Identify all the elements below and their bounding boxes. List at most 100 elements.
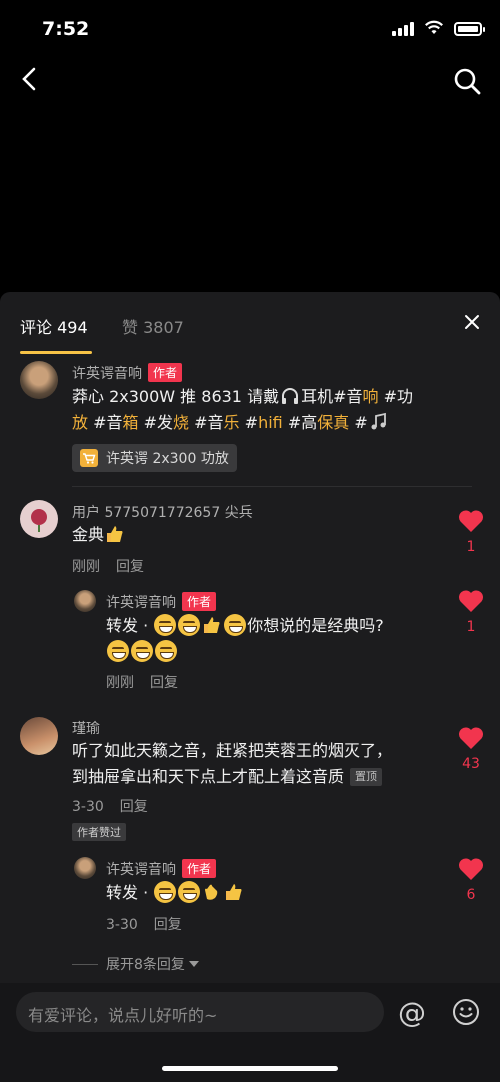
username-text: 许英谔音响 [106,595,176,611]
comment-text: 莽心 2x300W 推 8631 请戴 耳机#音响 #功 放 #音箱 #发烧 #音… [72,384,442,436]
headphones-icon [282,388,299,404]
like-button[interactable]: 6 [456,857,486,903]
reply-button[interactable]: 回复 [154,917,182,933]
text-highlight: 乐 [223,413,240,432]
text-part: #功 [378,387,414,406]
comment-text: 金典 [72,522,126,548]
wifi-icon [425,20,443,34]
author-badge: 作者 [182,859,217,878]
laugh-emoji-icon [178,614,201,636]
comment-username[interactable]: 许英谔音响 作者 [72,363,183,383]
text-part: # [349,413,368,432]
comment-input[interactable]: 有爱评论，说点儿好听的~ [16,992,384,1032]
tab-likes[interactable]: 赞 3807 [122,314,184,338]
username-text: 许英谔音响 [106,862,176,878]
text-part: #发 [138,413,174,432]
avatar[interactable] [20,717,58,755]
text-line: 到抽屉拿出和天下点上才配上着这音质 [72,767,345,786]
comment-time: 3-30 [106,917,138,933]
heart-icon [458,727,484,749]
grin-emoji-icon [131,640,153,662]
text-part: 莽心 2x300W 推 8631 请戴 [72,387,280,406]
signal-icon [392,22,414,36]
text-highlight: 放 [72,413,89,432]
avatar[interactable] [20,361,58,399]
product-label: 许英谔 2x300 功放 [106,451,229,467]
author-liked-tag: 作者赞过 [72,823,126,841]
avatar[interactable] [20,500,58,538]
text-highlight: 响 [362,387,379,406]
avatar[interactable] [74,590,96,612]
author-badge: 作者 [148,363,183,382]
like-button[interactable]: 1 [456,509,486,555]
comment-text: 听了如此天籁之音，赶紧把芙蓉王的烟灭了， 到抽屉拿出和天下点上才配上着这音质 置顶 [72,738,442,790]
like-count: 1 [466,619,476,635]
comment-meta: 3-30 回复 [72,796,148,816]
status-time: 7:52 [42,18,90,40]
reply-username[interactable]: 许英谔音响 作者 [106,592,217,612]
reply-button[interactable]: 回复 [120,799,148,815]
battery-icon [454,22,485,36]
like-button[interactable]: 1 [456,589,486,635]
text-highlight: 箱 [122,413,139,432]
reply-username[interactable]: 许英谔音响 作者 [106,859,217,879]
laugh-emoji-icon [107,640,129,662]
smile-icon[interactable] [452,998,480,1026]
search-icon[interactable] [452,66,482,96]
text-part: 金典 [72,525,105,544]
comment-time: 刚刚 [72,559,100,575]
like-button[interactable]: 43 [456,726,486,772]
text-highlight: 烧 [173,413,190,432]
text-highlight: hifi [258,413,283,432]
author-badge: 作者 [182,592,217,611]
thumbs-up-icon [226,884,242,900]
text-line: 听了如此天籁之音，赶紧把芙蓉王的烟灭了， [72,741,393,760]
pinned-badge: 置顶 [350,768,383,786]
text-part: #音 [88,413,123,432]
text-part: #音 [189,413,224,432]
tab-bar: 评论 494 赞 3807 [0,292,500,356]
text-part: 耳机#音 [301,387,363,406]
comment-time: 刚刚 [106,675,134,691]
expand-label: 展开8条回复 [106,957,185,973]
close-icon[interactable] [464,314,480,330]
expand-replies-button[interactable]: 展开8条回复 [72,954,200,974]
username-text: 许英谔音响 [72,366,142,382]
reply-button[interactable]: 回复 [116,559,144,575]
status-bar: 7:52 [0,0,500,60]
text-part: 你想说的是经典吗? [247,616,384,635]
text-part: 转发 · [106,616,154,635]
at-icon[interactable]: @ [398,996,426,1029]
like-count: 6 [466,887,476,903]
text-part: #高 [282,413,318,432]
heart-icon [458,510,484,532]
reply-text: 转发 · 你想说的是经典吗? [106,613,436,665]
like-count: 43 [462,756,480,772]
tab-comments[interactable]: 评论 494 [20,314,88,338]
like-count: 1 [466,539,476,555]
divider [72,486,472,487]
thumbs-up-icon [107,526,123,542]
avatar[interactable] [74,857,96,879]
surprised-emoji-icon [224,614,247,636]
divider-line [72,963,98,965]
cart-icon [80,449,98,467]
comment-time: 3-30 [72,799,104,815]
tab-underline [20,351,92,354]
clap-icon [205,884,218,900]
home-indicator [162,1066,338,1071]
comment-meta: 刚刚 回复 [72,556,144,576]
reply-meta: 刚刚 回复 [106,672,178,692]
grin-emoji-icon [155,640,177,662]
reply-button[interactable]: 回复 [150,675,178,691]
rose-avatar-icon [31,509,47,532]
laugh-emoji-icon [178,881,201,903]
reply-meta: 3-30 回复 [106,914,182,934]
input-placeholder: 有爱评论，说点儿好听的~ [28,1006,218,1025]
product-link[interactable]: 许英谔 2x300 功放 [72,444,237,472]
comment-username[interactable]: 瑾瑜 [72,718,100,738]
caret-down-icon [188,961,199,967]
text-highlight: 保真 [317,413,350,432]
comment-username[interactable]: 用户 5775071772657 尖兵 [72,502,253,522]
back-chevron-icon[interactable] [16,64,46,94]
